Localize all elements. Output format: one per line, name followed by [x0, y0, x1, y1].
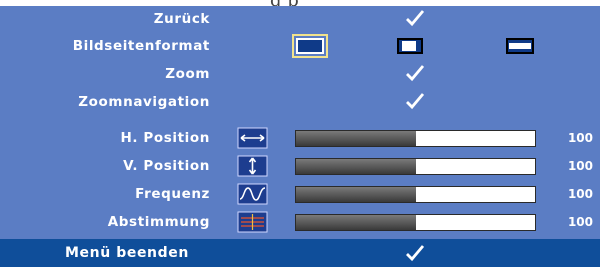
tracking-slider[interactable] [295, 214, 536, 231]
menu-label-h-position: H. Position [120, 130, 210, 146]
frequency-value: 100 [567, 187, 593, 201]
menu-label-zoom: Zoom [165, 66, 210, 82]
h-position-slider[interactable] [295, 130, 536, 147]
checkmark-icon [406, 245, 425, 262]
h-position-icon [237, 127, 268, 149]
frequency-slider[interactable] [295, 186, 536, 203]
checkmark-icon [406, 10, 425, 27]
v-position-value: 100 [567, 159, 593, 173]
menu-row-bildseitenformat[interactable]: Bildseitenformat [0, 33, 600, 59]
v-position-slider[interactable] [295, 158, 536, 175]
menu-label-frequenz: Frequenz [135, 186, 210, 202]
menu-row-frequenz[interactable]: Frequenz 100 [0, 181, 600, 207]
checkmark-icon [406, 65, 425, 82]
osd-menu-panel: Zurück Bildseitenformat Zoom Zoomnavigat… [0, 6, 600, 239]
exit-menu-label: Menü beenden [65, 245, 189, 261]
h-position-value: 100 [567, 131, 593, 145]
aspect-wide-icon[interactable] [501, 33, 539, 59]
checkmark-icon [406, 93, 425, 110]
menu-row-abstimmung[interactable]: Abstimmung 100 [0, 209, 600, 235]
menu-row-zurueck[interactable]: Zurück [0, 6, 600, 32]
menu-row-zoomnavigation[interactable]: Zoomnavigation [0, 89, 600, 115]
menu-label-v-position: V. Position [123, 158, 210, 174]
menu-label-zoomnavigation: Zoomnavigation [78, 94, 210, 110]
tracking-value: 100 [567, 215, 593, 229]
menu-row-zoom[interactable]: Zoom [0, 61, 600, 87]
exit-menu-row[interactable]: Menü beenden [0, 239, 600, 267]
v-position-icon [237, 155, 268, 177]
aspect-4-3-icon[interactable] [291, 33, 329, 59]
menu-label-bildseitenformat: Bildseitenformat [72, 38, 210, 54]
tracking-icon [237, 211, 268, 233]
aspect-original-icon[interactable] [391, 33, 429, 59]
menu-row-h-position[interactable]: H. Position 100 [0, 125, 600, 151]
menu-row-v-position[interactable]: V. Position 100 [0, 153, 600, 179]
menu-label-abstimmung: Abstimmung [107, 214, 210, 230]
menu-label-zurueck: Zurück [153, 11, 210, 27]
frequency-icon [237, 183, 268, 205]
